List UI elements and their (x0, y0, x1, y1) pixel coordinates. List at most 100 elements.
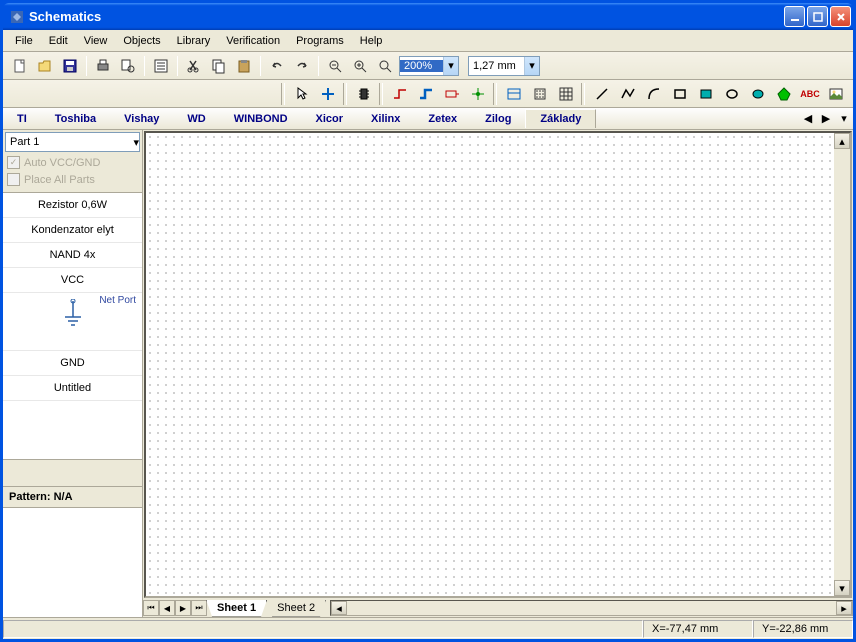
gripper[interactable] (379, 83, 383, 105)
print-preview-button[interactable] (117, 55, 139, 77)
lib-tab-ti[interactable]: TI (3, 110, 41, 128)
junction-tool[interactable] (467, 83, 489, 105)
lib-tab-zetex[interactable]: Zetex (414, 110, 471, 128)
sheet-next[interactable]: ▶ (175, 600, 191, 616)
ic-tool[interactable] (353, 83, 375, 105)
cut-button[interactable] (183, 55, 205, 77)
netport-tool[interactable] (441, 83, 463, 105)
copy-button[interactable] (208, 55, 230, 77)
gripper[interactable] (281, 83, 285, 105)
fillrect-tool[interactable] (695, 83, 717, 105)
pattern-panel: Pattern: N/A (3, 486, 142, 617)
menu-library[interactable]: Library (169, 33, 219, 49)
scroll-right-button[interactable]: ▸ (836, 601, 852, 615)
zoom-in-button[interactable] (349, 55, 371, 77)
open-button[interactable] (34, 55, 56, 77)
menu-programs[interactable]: Programs (288, 33, 352, 49)
maximize-button[interactable] (807, 6, 828, 27)
copy-icon (211, 58, 227, 74)
zoom-out-button[interactable] (324, 55, 346, 77)
lib-tab-zaklady[interactable]: Základy (525, 109, 596, 128)
part-item-gnd[interactable]: Net Port (3, 293, 142, 351)
tool-a[interactable] (503, 83, 525, 105)
lib-tab-vishay[interactable]: Vishay (110, 110, 173, 128)
sheet-tab-2[interactable]: Sheet 2 (266, 600, 326, 617)
lib-tab-xicor[interactable]: Xicor (302, 110, 358, 128)
part-item[interactable]: Rezistor 0,6W (3, 193, 142, 218)
pattern-preview (3, 507, 142, 617)
tool-c[interactable] (555, 83, 577, 105)
polygon-tool[interactable] (773, 83, 795, 105)
polyline-icon (620, 86, 636, 102)
polyline-tool[interactable] (617, 83, 639, 105)
junction-icon (470, 86, 486, 102)
horizontal-scrollbar[interactable]: ◂ ▸ (330, 600, 853, 616)
part-item[interactable]: GND (3, 351, 142, 376)
text-tool[interactable]: ABC (799, 83, 821, 105)
auto-vcc-label: Auto VCC/GND (24, 157, 100, 169)
sheet-last[interactable]: ⏭ (191, 600, 207, 616)
sheet-prev[interactable]: ◀ (159, 600, 175, 616)
minimize-button[interactable] (784, 6, 805, 27)
menu-edit[interactable]: Edit (41, 33, 76, 49)
gripper[interactable] (581, 83, 585, 105)
part-item[interactable]: NAND 4x (3, 243, 142, 268)
redo-button[interactable] (291, 55, 313, 77)
sheet-tab-1[interactable]: Sheet 1 (206, 600, 267, 617)
part-item[interactable]: Kondenzator elyt (3, 218, 142, 243)
lib-dropdown[interactable]: ▾ (835, 110, 853, 128)
redo-icon (294, 58, 310, 74)
checkbox-icon: ✓ (7, 156, 20, 169)
new-file-icon (12, 58, 28, 74)
paste-button[interactable] (233, 55, 255, 77)
schematic-canvas[interactable] (146, 133, 850, 596)
zoom-fit-button[interactable] (374, 55, 396, 77)
wire-tool[interactable] (389, 83, 411, 105)
scroll-left-button[interactable]: ◂ (331, 601, 347, 615)
lib-tab-zilog[interactable]: Zilog (471, 110, 525, 128)
part-selector[interactable]: Part 1 ▾ (5, 132, 140, 152)
lib-scroll-left[interactable]: ◀ (799, 110, 817, 128)
print-button[interactable] (92, 55, 114, 77)
scroll-down-button[interactable]: ▾ (834, 580, 850, 596)
line-tool[interactable] (591, 83, 613, 105)
image-tool[interactable] (825, 83, 847, 105)
rect-tool[interactable] (669, 83, 691, 105)
checkbox-icon (7, 173, 20, 186)
titlebar: Schematics (3, 3, 853, 30)
part-item[interactable]: Untitled (3, 376, 142, 401)
statusbar: X=-77,47 mm Y=-22,86 mm (3, 617, 853, 639)
lib-tab-toshiba[interactable]: Toshiba (41, 110, 110, 128)
properties-button[interactable] (150, 55, 172, 77)
bus-tool[interactable] (415, 83, 437, 105)
close-button[interactable] (830, 6, 851, 27)
lib-tab-xilinx[interactable]: Xilinx (357, 110, 414, 128)
app-window: Schematics File Edit View Objects Librar… (0, 0, 856, 642)
save-button[interactable] (59, 55, 81, 77)
lib-scroll-right[interactable]: ▶ (817, 110, 835, 128)
menu-verification[interactable]: Verification (218, 33, 288, 49)
menu-help[interactable]: Help (352, 33, 391, 49)
grid-select[interactable]: 1,27 mm ▾ (468, 56, 540, 76)
arc-tool[interactable] (643, 83, 665, 105)
lib-tab-winbond[interactable]: WINBOND (220, 110, 302, 128)
zoom-select[interactable]: 200% ▾ (399, 56, 459, 76)
tool-b[interactable] (529, 83, 551, 105)
scroll-up-button[interactable]: ▴ (834, 133, 850, 149)
cross-tool[interactable] (317, 83, 339, 105)
grid-value: 1,27 mm (469, 60, 524, 72)
sheet-first[interactable]: ⏮ (143, 600, 159, 616)
vertical-scrollbar[interactable]: ▴ ▾ (834, 133, 850, 596)
undo-button[interactable] (266, 55, 288, 77)
ellipse-tool[interactable] (721, 83, 743, 105)
new-button[interactable] (9, 55, 31, 77)
menu-file[interactable]: File (7, 33, 41, 49)
part-item[interactable]: VCC (3, 268, 142, 293)
gripper[interactable] (343, 83, 347, 105)
gripper[interactable] (493, 83, 497, 105)
menu-view[interactable]: View (76, 33, 116, 49)
menu-objects[interactable]: Objects (115, 33, 168, 49)
lib-tab-wd[interactable]: WD (173, 110, 219, 128)
fillellipse-tool[interactable] (747, 83, 769, 105)
pointer-tool[interactable] (291, 83, 313, 105)
